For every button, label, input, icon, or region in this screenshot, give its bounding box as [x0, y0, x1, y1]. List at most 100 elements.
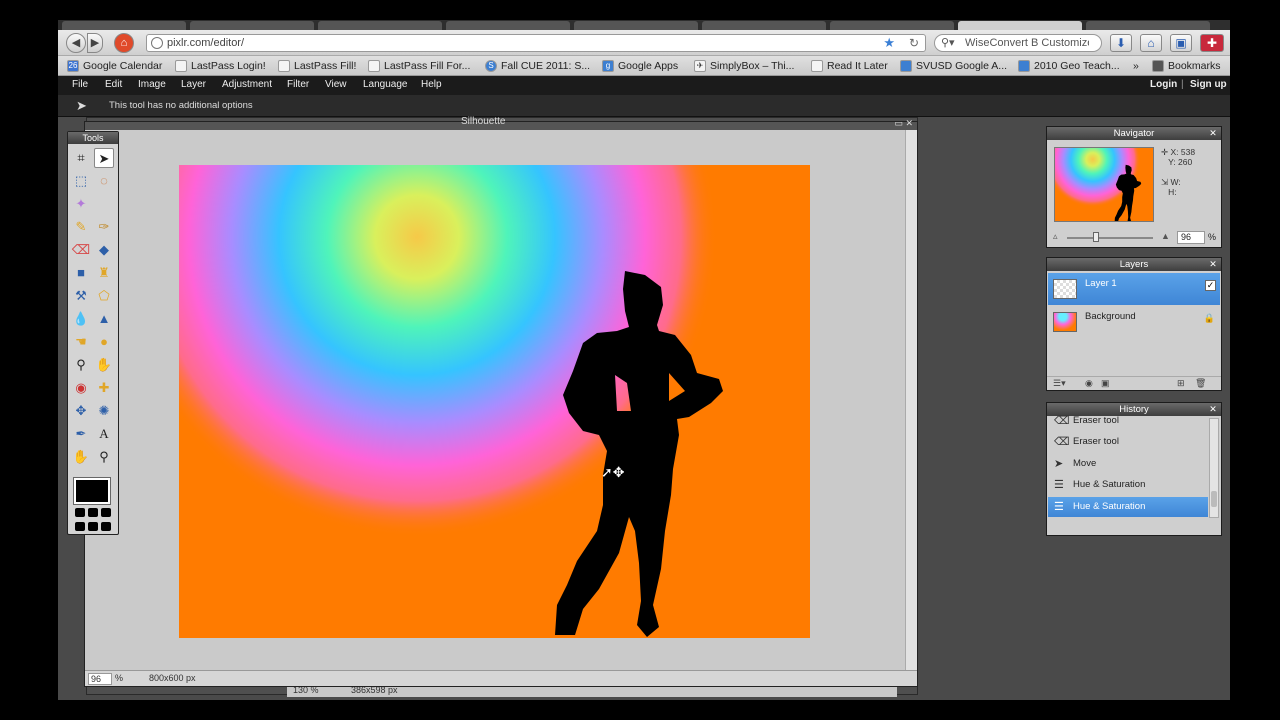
new-layer-icon[interactable]: ⊞	[1177, 378, 1185, 389]
red-eye-tool-icon[interactable]: ◉	[71, 378, 91, 398]
browser-tab[interactable]	[574, 21, 698, 30]
browser-tab[interactable]	[830, 21, 954, 30]
browser-tab[interactable]	[702, 21, 826, 30]
signup-link[interactable]: Sign up	[1190, 79, 1227, 90]
vertical-scrollbar[interactable]	[905, 130, 917, 670]
screenshot-button[interactable]: ▣	[1170, 34, 1192, 52]
bloat-tool-icon[interactable]: ✥	[71, 401, 91, 421]
bookmark-item[interactable]: LastPass Fill For...	[368, 59, 470, 73]
menu-help[interactable]: Help	[421, 79, 442, 90]
eraser-tool-icon[interactable]: ⌫	[71, 240, 91, 260]
url-bar[interactable]: pixlr.com/editor/ ★ ↻	[146, 34, 926, 52]
zoom-tool-icon[interactable]: ⚲	[94, 447, 114, 467]
close-icon[interactable]: ✕	[1208, 404, 1218, 414]
paint-bucket-tool-icon[interactable]: ◆	[94, 240, 114, 260]
browser-tab-active[interactable]	[958, 21, 1082, 30]
gradient-tool-icon[interactable]: ■	[71, 263, 91, 283]
swatch[interactable]	[75, 521, 85, 531]
layer-row[interactable]: Layer 1 ✓	[1048, 273, 1220, 305]
login-link[interactable]: Login	[1150, 79, 1177, 90]
browser-tab[interactable]	[446, 21, 570, 30]
browser-tab[interactable]	[1086, 21, 1210, 30]
history-item[interactable]: ⌫ Eraser tool	[1048, 411, 1208, 431]
star-icon[interactable]: ★	[883, 35, 895, 51]
navigator-zoom-input[interactable]: 96	[1177, 231, 1205, 244]
color-swatch-grid[interactable]	[75, 508, 113, 532]
homepage-button[interactable]: ⌂	[1140, 34, 1162, 52]
swatch[interactable]	[88, 521, 98, 531]
bookmark-item[interactable]: ✈ SimplyBox – Thi...	[694, 59, 794, 73]
menu-view[interactable]: View	[325, 79, 347, 90]
swatch[interactable]	[75, 508, 85, 517]
menu-adjustment[interactable]: Adjustment	[222, 79, 272, 90]
smudge-tool-icon[interactable]: ☚	[71, 332, 91, 352]
zoom-out-icon[interactable]: ▵	[1053, 231, 1058, 242]
menu-edit[interactable]: Edit	[105, 79, 122, 90]
addon-button[interactable]: ✚	[1200, 34, 1224, 52]
menu-language[interactable]: Language	[363, 79, 408, 90]
menu-image[interactable]: Image	[138, 79, 166, 90]
sponge-tool-icon[interactable]: ●	[94, 332, 114, 352]
scrollbar-thumb[interactable]	[1211, 491, 1217, 507]
browser-tab[interactable]	[190, 21, 314, 30]
reload-icon[interactable]: ↻	[909, 36, 919, 50]
marquee-tool-icon[interactable]: ⬚	[71, 171, 91, 191]
history-item[interactable]: ➤ Move	[1048, 454, 1208, 474]
visibility-checkbox[interactable]: ✓	[1205, 280, 1216, 291]
bookmark-item[interactable]: g Google Apps	[602, 59, 678, 73]
navigator-thumbnail[interactable]	[1054, 147, 1154, 222]
history-item-selected[interactable]: ☰ Hue & Saturation	[1048, 497, 1208, 517]
bookmarks-menu[interactable]: Bookmarks	[1152, 59, 1221, 73]
zoom-in-icon[interactable]: ▲	[1161, 231, 1170, 241]
history-item[interactable]: ☰ Hue & Saturation	[1048, 475, 1208, 495]
zoom-input[interactable]: 96	[88, 673, 112, 685]
bookmark-item[interactable]: 26 Google Calendar	[67, 59, 162, 73]
image-canvas[interactable]	[179, 165, 810, 638]
zoom-slider-track[interactable]	[1067, 237, 1153, 239]
hand-tool-icon[interactable]: ✋	[71, 447, 91, 467]
magic-wand-tool-icon[interactable]: ✦	[71, 194, 91, 214]
swatch[interactable]	[101, 508, 111, 517]
forward-button[interactable]: ▶	[87, 33, 103, 53]
bookmark-item[interactable]: S Fall CUE 2011: S...	[485, 59, 590, 73]
foreground-color-swatch[interactable]	[73, 477, 111, 505]
document-window[interactable]: Silhouette ▭ ✕ 96 % 800x600 px	[84, 116, 918, 687]
brush-tool-icon[interactable]: ✑	[94, 217, 114, 237]
move-tool-icon[interactable]: ➤	[94, 148, 114, 168]
home-button[interactable]: ⌂	[114, 33, 134, 53]
close-icon[interactable]: ✕	[1208, 128, 1218, 138]
bookmark-item[interactable]: 2010 Geo Teach...	[1018, 59, 1120, 73]
color-picker-tool-icon[interactable]: ✒	[71, 424, 91, 444]
crop-tool-icon[interactable]: ⌗	[71, 148, 91, 168]
bookmark-item[interactable]: LastPass Login!	[175, 59, 266, 73]
close-icon[interactable]: ✕	[1208, 259, 1218, 269]
type-tool-icon[interactable]: A	[94, 424, 114, 444]
drawing-tool-icon[interactable]: ⬠	[94, 286, 114, 306]
dodge-tool-icon[interactable]: ⚲	[71, 355, 91, 375]
color-replace-tool-icon[interactable]: ⚒	[71, 286, 91, 306]
bookmark-item[interactable]: SVUSD Google A...	[900, 59, 1007, 73]
bookmark-item[interactable]: LastPass Fill!	[278, 59, 356, 73]
layer-style-icon[interactable]: ▣	[1101, 378, 1110, 389]
layer-row[interactable]: Background 🔒	[1048, 306, 1220, 338]
spot-heal-tool-icon[interactable]: ✚	[94, 378, 114, 398]
history-scrollbar[interactable]	[1209, 418, 1219, 518]
menu-layer[interactable]: Layer	[181, 79, 206, 90]
download-button[interactable]: ⬇	[1110, 34, 1132, 52]
layer-mask-icon[interactable]: ◉	[1085, 378, 1093, 389]
canvas-area[interactable]	[85, 130, 917, 670]
pinch-tool-icon[interactable]: ✺	[94, 401, 114, 421]
burn-tool-icon[interactable]: ✋	[94, 355, 114, 375]
pencil-tool-icon[interactable]: ✎	[71, 217, 91, 237]
menu-filter[interactable]: Filter	[287, 79, 309, 90]
zoom-slider-handle[interactable]	[1093, 232, 1099, 242]
browser-tab[interactable]	[318, 21, 442, 30]
search-input[interactable]: ⚲▾ WiseConvert B Customize	[934, 34, 1102, 52]
layer-menu-icon[interactable]: ☰▾	[1053, 378, 1066, 389]
blur-tool-icon[interactable]: 💧	[71, 309, 91, 329]
bookmark-item[interactable]: Read It Later	[811, 59, 888, 73]
lasso-tool-icon[interactable]: ◌	[94, 171, 114, 191]
browser-tab[interactable]	[62, 21, 186, 30]
sharpen-tool-icon[interactable]: ▲	[94, 309, 114, 329]
swatch[interactable]	[88, 508, 98, 517]
